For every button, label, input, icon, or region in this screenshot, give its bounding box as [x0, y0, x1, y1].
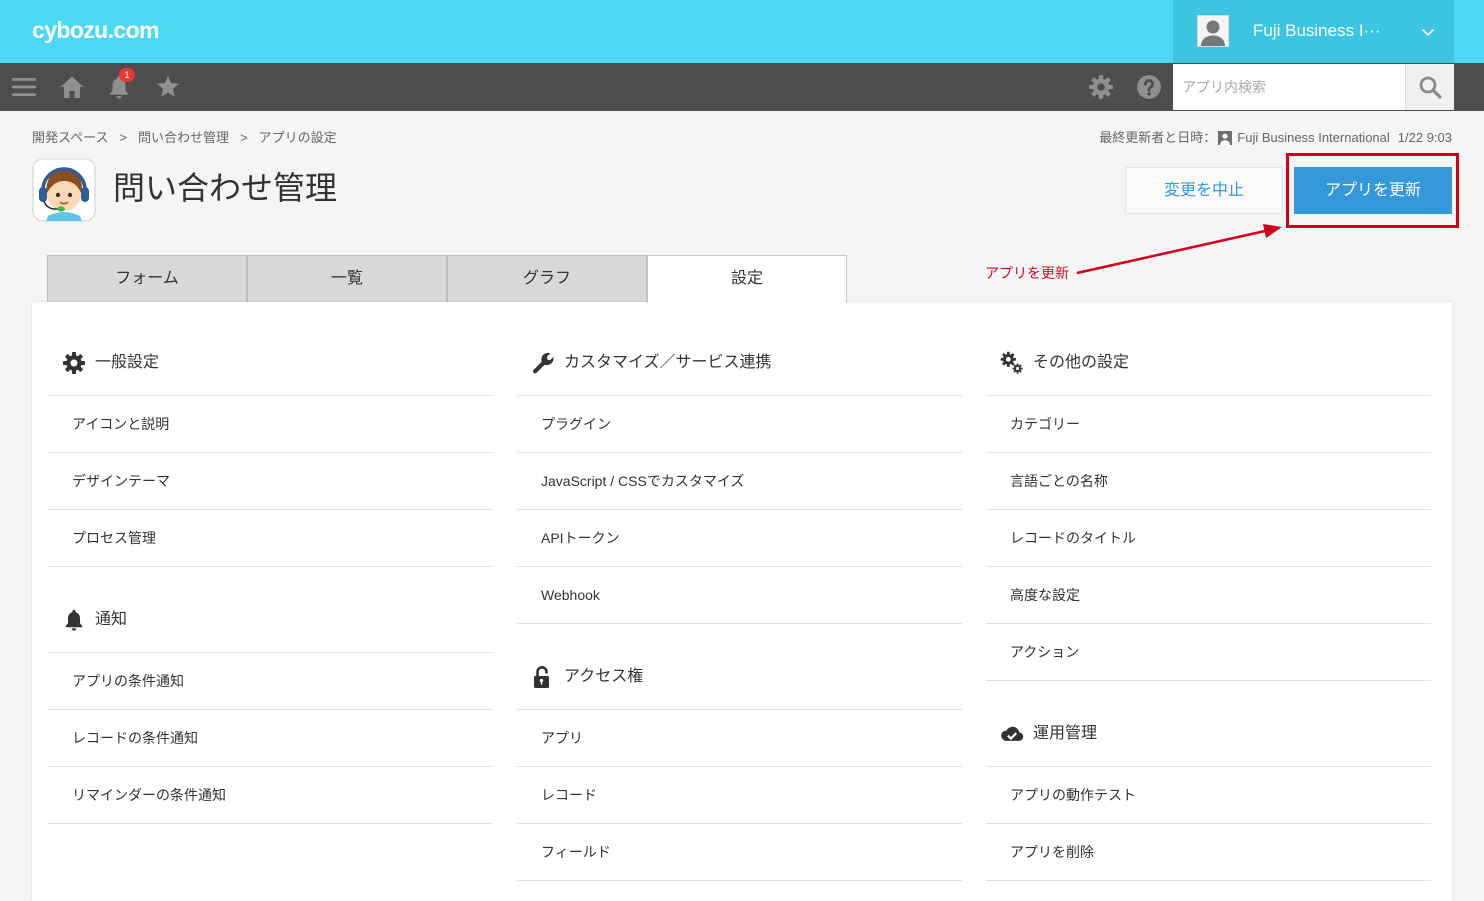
page-title: 問い合わせ管理	[113, 170, 338, 206]
section-title: 運用管理	[1033, 725, 1098, 742]
settings-item-reminder-notifications[interactable]: リマインダーの条件通知	[48, 767, 493, 824]
bell-icon	[65, 609, 83, 631]
settings-item-plugins[interactable]: プラグイン	[517, 396, 962, 453]
lock-icon	[534, 666, 549, 688]
settings-item-record-title[interactable]: レコードのタイトル	[986, 510, 1431, 567]
section-access-permissions: アクセス権	[517, 624, 962, 710]
annotation-highlight-box	[1286, 153, 1459, 228]
settings-column-3: その他の設定 カテゴリー 言語ごとの名称 レコードのタイトル 高度な設定 アクシ…	[986, 310, 1431, 901]
tab-graph[interactable]: グラフ	[447, 255, 647, 302]
user-menu[interactable]: Fuji Business I···	[1173, 0, 1454, 63]
wrench-icon	[533, 352, 554, 374]
settings-item-delete-app[interactable]: アプリを削除	[986, 824, 1431, 881]
settings-item-design-theme[interactable]: デザインテーマ	[48, 453, 493, 510]
tab-settings[interactable]: 設定	[647, 255, 847, 303]
section-title: その他の設定	[1033, 354, 1130, 371]
settings-item-js-css-customize[interactable]: JavaScript / CSSでカスタマイズ	[517, 453, 962, 510]
user-icon	[1218, 131, 1233, 145]
gear-icon	[62, 351, 86, 375]
last-updated: 最終更新者と日時： Fuji Business International 1/…	[1099, 130, 1452, 146]
settings-column-2: カスタマイズ／サービス連携 プラグイン JavaScript / CSSでカスタ…	[517, 310, 962, 901]
section-notifications: 通知	[48, 567, 493, 653]
tab-form[interactable]: フォーム	[47, 255, 247, 302]
settings-item-category[interactable]: カテゴリー	[986, 396, 1431, 453]
breadcrumb-separator: >	[240, 130, 248, 145]
search-icon	[1419, 76, 1442, 99]
breadcrumb-link-app[interactable]: 問い合わせ管理	[138, 130, 229, 145]
breadcrumb-current: アプリの設定	[258, 130, 337, 145]
settings-column-1: 一般設定 アイコンと説明 デザインテーマ プロセス管理 通知 アプリの条件通知 …	[48, 310, 493, 901]
settings-item-localization[interactable]: 言語ごとの名称	[986, 453, 1431, 510]
notification-badge: 1	[119, 68, 135, 82]
cloud-check-icon	[1001, 726, 1024, 741]
help-icon[interactable]	[1136, 74, 1162, 100]
settings-item-process-management[interactable]: プロセス管理	[48, 510, 493, 567]
section-title: アクセス権	[564, 668, 644, 685]
settings-item-record-notifications[interactable]: レコードの条件通知	[48, 710, 493, 767]
annotation-label: アプリを更新	[985, 265, 1069, 281]
settings-item-actions[interactable]: アクション	[986, 624, 1431, 681]
user-name: Fuji Business I···	[1253, 21, 1381, 40]
breadcrumb-separator: >	[119, 130, 128, 145]
tab-list[interactable]: 一覧	[247, 255, 447, 302]
cybozu-logo[interactable]: cybozu.com	[32, 16, 160, 44]
settings-item-api-token[interactable]: APIトークン	[517, 510, 962, 567]
settings-item-app-notifications[interactable]: アプリの条件通知	[48, 653, 493, 710]
cancel-changes-button[interactable]: 変更を中止	[1125, 167, 1283, 214]
gears-icon	[1000, 351, 1024, 375]
section-title: 通知	[95, 611, 128, 628]
settings-panel: 一般設定 アイコンと説明 デザインテーマ プロセス管理 通知 アプリの条件通知 …	[32, 302, 1452, 901]
settings-item-field-permissions[interactable]: フィールド	[517, 824, 962, 881]
settings-item-app-permissions[interactable]: アプリ	[517, 710, 962, 767]
last-updated-datetime: 1/22 9:03	[1397, 130, 1452, 145]
menu-icon[interactable]	[11, 74, 37, 100]
section-other-settings: その他の設定	[986, 310, 1431, 396]
last-updated-user-link[interactable]: Fuji Business International	[1237, 130, 1389, 146]
breadcrumb-link-space[interactable]: 開発スペース	[32, 130, 108, 145]
search-input[interactable]	[1173, 64, 1405, 110]
gear-icon[interactable]	[1088, 74, 1114, 100]
settings-item-advanced[interactable]: 高度な設定	[986, 567, 1431, 624]
search-button[interactable]	[1405, 64, 1454, 110]
section-title: 一般設定	[95, 354, 160, 371]
settings-item-app-test[interactable]: アプリの動作テスト	[986, 767, 1431, 824]
section-app-management: 運用管理	[986, 681, 1431, 767]
section-customization: カスタマイズ／サービス連携	[517, 310, 962, 396]
user-avatar-icon	[1197, 15, 1229, 47]
section-title: カスタマイズ／サービス連携	[564, 354, 772, 371]
settings-item-record-permissions[interactable]: レコード	[517, 767, 962, 824]
section-general-settings: 一般設定	[48, 310, 493, 396]
app-support-icon	[32, 158, 96, 222]
home-icon[interactable]	[59, 74, 85, 100]
top-header: cybozu.com Fuji Business I···	[0, 0, 1484, 63]
global-toolbar: 1	[0, 63, 1484, 111]
settings-item-webhook[interactable]: Webhook	[517, 567, 962, 624]
settings-item-icon-and-description[interactable]: アイコンと説明	[48, 396, 493, 453]
last-updated-label: 最終更新者と日時：	[1099, 130, 1217, 145]
star-icon[interactable]	[155, 74, 181, 100]
breadcrumb: 開発スペース > 問い合わせ管理 > アプリの設定	[32, 130, 337, 146]
chevron-down-icon	[1421, 28, 1435, 37]
